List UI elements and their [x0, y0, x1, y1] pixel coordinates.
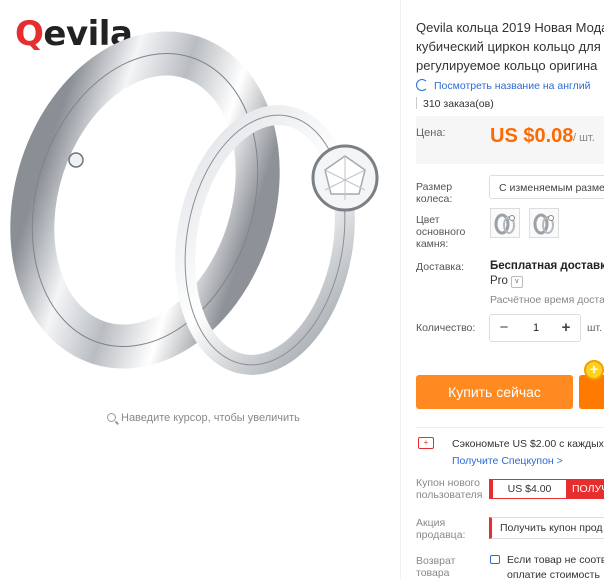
return-icon — [490, 555, 500, 564]
shipping-provider[interactable]: Pro v — [490, 275, 523, 288]
product-title: Qevila кольца 2019 Новая Мода кубический… — [416, 20, 604, 73]
save-offer-text: Сэкономьте US $2.00 с каждых — [452, 438, 604, 450]
magnifier-icon — [107, 413, 116, 422]
product-gallery: Qevila Наведите курсор, чтобы увеличить — [0, 0, 400, 579]
chevron-down-icon: v — [510, 276, 523, 288]
coin-icon: + — [584, 360, 604, 380]
quantity-label: Количество: — [416, 322, 476, 334]
size-select[interactable]: С изменяемым разме — [489, 175, 604, 199]
coupon-value: US $4.00 — [490, 480, 566, 498]
color-label: Цвет основного камня: — [416, 214, 466, 250]
quantity-input[interactable]: 1 — [518, 315, 554, 341]
price-value: US $0.08 — [490, 125, 574, 147]
divider — [416, 427, 604, 428]
get-coupon-button[interactable]: ПОЛУЧ — [566, 480, 604, 498]
ring-thumbnail-icon — [494, 213, 515, 235]
quantity-unit: шт. — [587, 322, 602, 334]
seller-promo-label: Акция продавца: — [416, 517, 466, 541]
product-image[interactable] — [0, 0, 400, 400]
orders-count: 310 заказа(ов) — [416, 97, 494, 110]
decrease-button[interactable]: − — [490, 315, 518, 341]
quantity-stepper: − 1 + — [489, 314, 581, 342]
product-info: Qevila кольца 2019 Новая Мода кубический… — [401, 0, 604, 579]
zoom-hint: Наведите курсор, чтобы увеличить — [107, 412, 300, 424]
ring-thumbnail-icon — [533, 213, 554, 235]
add-to-cart-button[interactable] — [579, 375, 604, 409]
seller-coupon-button[interactable]: Получить купон прод — [489, 517, 604, 539]
view-english-title-link[interactable]: Посмотреть название на англий — [416, 79, 591, 92]
translate-icon — [416, 79, 428, 91]
shipping-method: Бесплатная доставка — [490, 260, 604, 272]
delivery-time: Расчётное время доста — [490, 294, 604, 306]
increase-button[interactable]: + — [552, 315, 580, 341]
get-special-coupon-link[interactable]: Получите Спецкупон > — [452, 455, 563, 467]
color-option-1[interactable] — [490, 208, 520, 238]
coupon-icon: + — [418, 437, 434, 449]
color-option-2[interactable] — [529, 208, 559, 238]
return-policy-text: Если товар не соотв оплатие стоимость — [507, 554, 604, 579]
return-label: Возврат товара — [416, 555, 456, 579]
new-user-coupon-label: Купон нового пользователя — [416, 477, 483, 501]
price-label: Цена: — [416, 127, 446, 139]
size-label: Размер колеса: — [416, 181, 453, 205]
new-user-coupon: US $4.00 ПОЛУЧ — [489, 479, 604, 499]
shipping-label: Доставка: — [416, 261, 465, 273]
buy-now-button[interactable]: Купить сейчас — [416, 375, 573, 409]
price-unit: / шт. — [573, 132, 595, 144]
